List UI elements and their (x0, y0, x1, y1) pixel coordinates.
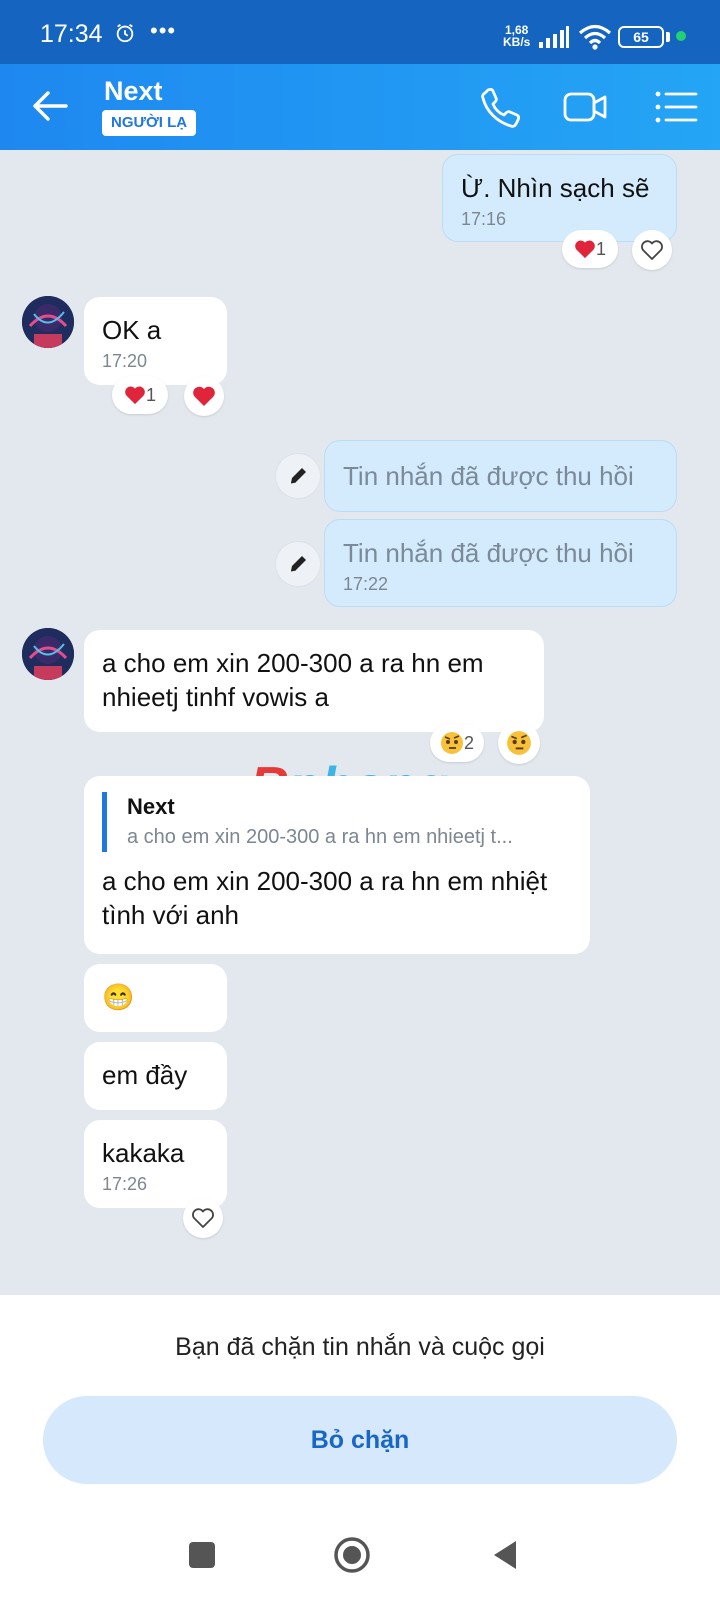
status-bar: 17:34 ••• 1,68 KB/s 65 (0, 0, 720, 64)
status-time: 17:34 (40, 20, 103, 48)
message-bubble-received[interactable]: kakaka 17:26 (84, 1120, 227, 1208)
quoted-message[interactable]: Next a cho em xin 200-300 a ra hn em nhi… (102, 792, 572, 852)
message-list[interactable]: Ừ. Nhìn sạch sẽ 17:16 1 OK a 17:20 1 Tin… (0, 150, 720, 1295)
avatar-image (22, 296, 74, 348)
message-text: em đầy (102, 1060, 188, 1090)
quoted-text: a cho em xin 200-300 a ra hn em nhieetj … (127, 826, 513, 848)
message-bubble-recalled[interactable]: Tin nhắn đã được thu hồi 17:22 (324, 519, 677, 607)
edit-button[interactable] (276, 542, 320, 586)
message-time: 17:20 (102, 351, 148, 371)
message-bubble-recalled[interactable]: Tin nhắn đã được thu hồi (324, 440, 677, 512)
message-bubble-received[interactable]: 😁 (84, 964, 227, 1032)
heart-icon (125, 386, 145, 405)
reaction-summary[interactable]: 1 (562, 230, 618, 268)
pencil-icon (290, 468, 306, 484)
unblock-button[interactable]: Bỏ chặn (43, 1396, 677, 1484)
battery-cap (666, 32, 670, 42)
recent-apps-icon[interactable] (182, 1535, 222, 1575)
heart-icon (575, 240, 595, 259)
wifi-icon (578, 24, 612, 50)
network-speed-unit: KB/s (503, 35, 531, 49)
back-nav-icon[interactable] (486, 1535, 526, 1575)
home-icon[interactable] (332, 1535, 372, 1575)
alarm-icon (116, 23, 134, 43)
message-text: a cho em xin 200-300 a ra hn em nhieetj … (102, 648, 484, 712)
message-text: kakaka (102, 1138, 185, 1168)
message-bubble-received[interactable]: a cho em xin 200-300 a ra hn em nhieetj … (84, 630, 544, 732)
more-notifications-icon: ••• (150, 18, 177, 43)
reaction-count: 1 (595, 238, 606, 259)
message-text: OK a (102, 315, 162, 345)
video-call-icon[interactable] (562, 84, 610, 130)
blocked-message: Bạn đã chặn tin nhắn và cuộc gọi (175, 1333, 545, 1361)
react-heart-button[interactable] (184, 376, 224, 416)
stranger-badge: NGƯỜI LẠ (102, 110, 197, 136)
message-text: Tin nhắn đã được thu hồi (343, 538, 634, 568)
message-time: 17:26 (102, 1174, 148, 1194)
reaction-count: 1 (145, 384, 156, 405)
message-bubble-received[interactable]: OK a 17:20 (84, 297, 227, 385)
reaction-count: 2 (463, 732, 474, 753)
edit-button[interactable] (276, 454, 320, 498)
network-speed: 1,68 KB/s (503, 24, 530, 48)
chat-header: Next NGƯỜI LẠ (0, 64, 720, 150)
message-text: Tin nhắn đã được thu hồi (343, 461, 634, 491)
heart-icon (193, 386, 215, 406)
battery-icon: 65 (618, 26, 664, 48)
phone-call-icon[interactable] (476, 84, 524, 130)
menu-list-icon[interactable] (652, 84, 700, 130)
message-bubble-received[interactable]: em đầy (84, 1042, 227, 1110)
message-text: Ừ. Nhìn sạch sẽ (461, 173, 650, 203)
contact-name[interactable]: Next (104, 76, 163, 107)
pencil-icon (290, 556, 306, 572)
system-nav-bar (0, 1505, 720, 1600)
back-arrow-icon[interactable] (30, 84, 70, 128)
message-time: 17:16 (461, 209, 507, 229)
raised-eyebrow-face-icon (507, 731, 531, 755)
reaction-summary[interactable]: 1 (112, 376, 168, 414)
react-emoji-button[interactable] (498, 722, 540, 764)
avatar[interactable] (22, 296, 74, 348)
raised-eyebrow-face-icon (440, 732, 463, 754)
react-heart-button[interactable] (632, 230, 672, 270)
avatar[interactable] (22, 628, 74, 680)
message-bubble-reply[interactable]: Next a cho em xin 200-300 a ra hn em nhi… (84, 776, 590, 954)
quoted-sender: Next (127, 794, 175, 819)
message-emoji: 😁 (102, 982, 135, 1012)
heart-outline-icon (641, 240, 663, 260)
heart-outline-icon (192, 1208, 214, 1228)
message-bubble-sent[interactable]: Ừ. Nhìn sạch sẽ 17:16 (442, 154, 677, 242)
privacy-indicator-dot (676, 31, 686, 41)
message-time: 17:22 (343, 574, 389, 594)
react-heart-button[interactable] (183, 1198, 223, 1238)
message-text: a cho em xin 200-300 a ra hn em nhiệt tì… (102, 866, 548, 930)
signal-icon (539, 26, 569, 48)
avatar-image (22, 628, 74, 680)
